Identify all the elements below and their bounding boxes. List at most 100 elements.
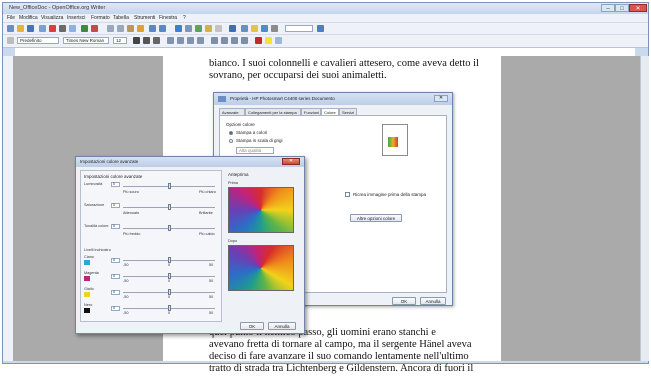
- background-color-icon[interactable]: [275, 37, 282, 44]
- preview-icon[interactable]: [69, 25, 76, 32]
- ink-value-input[interactable]: 0: [111, 274, 120, 279]
- ink-label: Magenta: [84, 271, 99, 275]
- ink-value-input[interactable]: 0: [111, 258, 120, 263]
- slider-min-label: Più scuro: [123, 190, 139, 194]
- more-color-options-button[interactable]: Altre opzioni colore: [350, 214, 402, 222]
- menu-tools[interactable]: Strumenti: [134, 15, 155, 21]
- styles-icon[interactable]: [7, 37, 14, 44]
- numbering-icon[interactable]: [211, 37, 218, 44]
- copy-icon[interactable]: [117, 25, 124, 32]
- format-paintbrush-icon[interactable]: [137, 25, 144, 32]
- open-icon[interactable]: [17, 25, 24, 32]
- slider-min-label: Attenuato: [123, 211, 140, 215]
- bold-icon[interactable]: [133, 37, 140, 44]
- image-icon[interactable]: [195, 25, 202, 32]
- ink-max-label: 50: [209, 263, 214, 267]
- color-radio[interactable]: [229, 131, 233, 135]
- redo-icon[interactable]: [159, 25, 166, 32]
- grayscale-quality-select[interactable]: Alta qualità: [236, 147, 274, 154]
- minimize-button[interactable]: –: [601, 4, 615, 12]
- ink-value-input[interactable]: 0: [111, 306, 120, 311]
- dialog-title-bar[interactable]: Impostazioni colore avanzate ✕: [76, 157, 304, 167]
- autospell-icon[interactable]: [91, 25, 98, 32]
- menu-help[interactable]: ?: [183, 15, 186, 21]
- slider-thumb[interactable]: [167, 183, 171, 189]
- slider-max-label: Più caldo: [199, 232, 215, 236]
- frame-icon[interactable]: [215, 25, 222, 32]
- restore-image-label: Ricrea immagine prima della stampa: [353, 192, 427, 197]
- tab-services[interactable]: Servizi: [339, 108, 357, 115]
- cancel-button[interactable]: Annulla: [268, 322, 296, 330]
- slider-value-input[interactable]: 0: [111, 203, 120, 208]
- chart-icon[interactable]: [205, 25, 212, 32]
- undo-icon[interactable]: [149, 25, 156, 32]
- grayscale-radio[interactable]: [229, 139, 233, 143]
- tab-features[interactable]: Funzioni: [301, 108, 321, 115]
- font-name-combo[interactable]: Times New Roman: [63, 37, 109, 44]
- increase-indent-icon[interactable]: [241, 37, 248, 44]
- hyperlink-icon[interactable]: [175, 25, 182, 32]
- highlight-icon[interactable]: [265, 37, 272, 44]
- font-size-combo[interactable]: 12: [113, 37, 127, 44]
- dialog-title-bar[interactable]: Proprietà - HP Photosmart C4400 series D…: [214, 93, 452, 105]
- ink-mid-label: 0: [168, 263, 171, 267]
- ink-min-label: -50: [123, 311, 129, 315]
- menu-edit[interactable]: Modifica: [19, 15, 38, 21]
- zoom-combo[interactable]: [285, 25, 313, 32]
- print-icon[interactable]: [59, 25, 66, 32]
- menu-insert[interactable]: Inserisci: [67, 15, 85, 21]
- new-icon[interactable]: [7, 25, 14, 32]
- align-center-icon[interactable]: [177, 37, 184, 44]
- menu-window[interactable]: Finestra: [159, 15, 177, 21]
- title-bar: New_OfficeDoc - OpenOffice.org Writer – …: [3, 3, 648, 14]
- ok-button[interactable]: OK: [392, 297, 416, 305]
- tab-printing-shortcuts[interactable]: Collegamenti per la stampa: [245, 108, 301, 115]
- email-icon[interactable]: [39, 25, 46, 32]
- slider-value-input[interactable]: 0: [111, 224, 120, 229]
- gallery-icon[interactable]: [251, 25, 258, 32]
- paste-icon[interactable]: [127, 25, 134, 32]
- ink-value-input[interactable]: 0: [111, 290, 120, 295]
- justify-icon[interactable]: [197, 37, 204, 44]
- pdf-icon[interactable]: [49, 25, 56, 32]
- close-icon[interactable]: ✕: [282, 158, 300, 165]
- underline-icon[interactable]: [153, 37, 160, 44]
- restore-image-checkbox[interactable]: [345, 192, 350, 197]
- tab-advanced[interactable]: Avanzate: [219, 108, 245, 115]
- spellcheck-icon[interactable]: [81, 25, 88, 32]
- align-right-icon[interactable]: [187, 37, 194, 44]
- doc-line: sovrano, per occuparsi dei suoi animalet…: [209, 70, 387, 81]
- tab-color[interactable]: Colore: [321, 108, 339, 115]
- color-options-label: Opzioni colore: [226, 122, 255, 127]
- save-icon[interactable]: [27, 25, 34, 32]
- cancel-button[interactable]: Annulla: [420, 297, 446, 305]
- menu-file[interactable]: File: [7, 15, 15, 21]
- nonprinting-chars-icon[interactable]: [271, 25, 278, 32]
- slider-thumb[interactable]: [167, 204, 171, 210]
- slider-thumb[interactable]: [167, 225, 171, 231]
- formatting-toolbar: Predefinito Times New Roman 12: [3, 34, 648, 48]
- vertical-scrollbar[interactable]: [640, 56, 649, 361]
- datasources-icon[interactable]: [261, 25, 268, 32]
- italic-icon[interactable]: [143, 37, 150, 44]
- dialog-title: Impostazioni colore avanzate: [80, 159, 139, 164]
- align-left-icon[interactable]: [167, 37, 174, 44]
- ok-button[interactable]: OK: [240, 322, 264, 330]
- table-icon[interactable]: [185, 25, 192, 32]
- draw-functions-icon[interactable]: [229, 25, 236, 32]
- menu-format[interactable]: Formato: [91, 15, 110, 21]
- bullets-icon[interactable]: [221, 37, 228, 44]
- navigator-icon[interactable]: [241, 25, 248, 32]
- slider-value-input[interactable]: 0: [111, 182, 120, 187]
- cut-icon[interactable]: [107, 25, 114, 32]
- menu-table[interactable]: Tabella: [113, 15, 129, 21]
- maximize-button[interactable]: □: [615, 4, 629, 12]
- close-icon[interactable]: ✕: [434, 95, 448, 102]
- help-icon[interactable]: [317, 25, 324, 32]
- menu-view[interactable]: Visualizza: [41, 15, 63, 21]
- font-color-icon[interactable]: [255, 37, 262, 44]
- paragraph-style-combo[interactable]: Predefinito: [17, 37, 59, 44]
- doc-line: deciso di fare avanzare il suo comando l…: [209, 351, 469, 362]
- decrease-indent-icon[interactable]: [231, 37, 238, 44]
- close-button[interactable]: ✕: [629, 4, 647, 12]
